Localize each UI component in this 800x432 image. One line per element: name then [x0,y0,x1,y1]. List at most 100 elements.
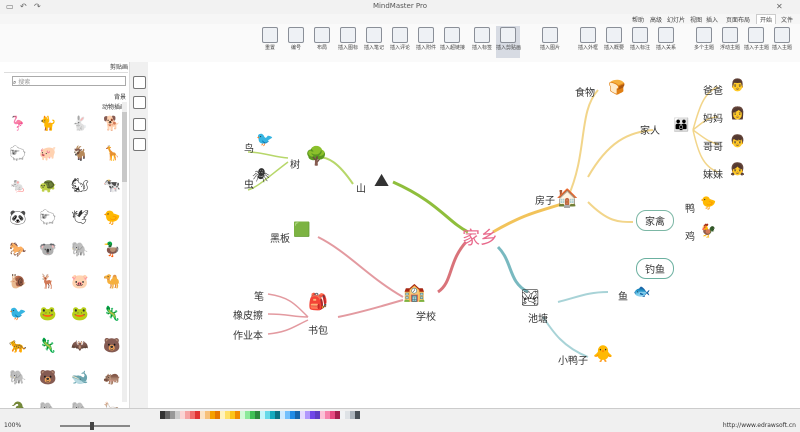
menu-slides[interactable]: 幻灯片 [667,15,685,24]
menu-help[interactable]: 帮助 [632,15,644,24]
ribbon-boundary-button[interactable]: 插入外框 [576,26,600,58]
minimize-icon[interactable]: ▭ [6,2,14,11]
clipart-panda[interactable]: 🐼 [6,206,30,230]
clipart-turtle[interactable]: 🐢 [36,174,60,198]
topic-food[interactable]: 食物 [575,84,595,99]
topic-mom[interactable]: 妈妈 [703,110,723,125]
topic-sister[interactable]: 妹妹 [703,166,723,181]
menu-page-layout[interactable]: 页面布局 [726,15,750,24]
ribbon-note-button[interactable]: 插入笔记 [362,26,386,58]
clipart-snail[interactable]: 🐌 [6,270,30,294]
clipart-bird[interactable]: 🐦 [6,302,30,326]
ribbon-icon-button[interactable]: 插入图标 [336,26,360,58]
clipart-dove[interactable]: 🕊 [68,206,92,230]
zoom-slider-handle[interactable] [90,422,94,430]
menu-advanced[interactable]: 高级 [650,15,662,24]
ribbon-attachment-button[interactable]: 插入附件 [414,26,438,58]
clipart-pig[interactable]: 🐖 [36,142,60,166]
clipart-flamingo[interactable]: 🦩 [6,112,30,136]
clipart-mouse[interactable]: 🐁 [6,174,30,198]
clipart-giraffe[interactable]: 🦒 [100,142,124,166]
undo-icon[interactable]: ↶ [20,2,27,11]
clipart-hippo[interactable]: 🦛 [100,366,124,390]
clipart-chick[interactable]: 🐤 [100,206,124,230]
topic-dad[interactable]: 爸爸 [703,82,723,97]
ribbon-comment-button[interactable]: 插入评论 [388,26,412,58]
topic-pen[interactable]: 笔 [254,288,264,303]
home-icon[interactable] [133,118,146,131]
ribbon-callout-button[interactable]: 插入标注 [628,26,652,58]
topic-bird[interactable]: 鸟 [244,140,254,155]
topic-blackboard[interactable]: 黑板 [270,230,290,245]
clipart-frog-2[interactable]: 🐸 [68,302,92,326]
topic-family[interactable]: 家人 [640,122,660,137]
clipart-sheep[interactable]: 🐑 [6,142,30,166]
zoom-slider[interactable] [60,425,130,427]
clipart-goat[interactable]: 🐐 [68,142,92,166]
topic-mountain[interactable]: 山 [356,180,366,195]
clipart-rabbit[interactable]: 🐇 [68,112,92,136]
topic-duckling[interactable]: 小鸭子 [558,352,588,367]
clipart-polar-bear[interactable]: 🐻 [36,366,60,390]
ribbon-tag-button[interactable]: 插入标签 [470,26,494,58]
clipart-elephant-2[interactable]: 🐘 [6,366,30,390]
topic-fish[interactable]: 鱼 [618,288,628,303]
clipart-lamb[interactable]: 🐑 [36,206,60,230]
menu-home[interactable]: 开始 [756,14,777,24]
topic-fishing[interactable]: 钓鱼 [636,258,674,279]
topic-bag[interactable]: 书包 [308,322,328,337]
ribbon-layout-button[interactable]: 布局 [310,26,334,58]
clipart-leopard[interactable]: 🐆 [6,334,30,358]
clipart-dog[interactable]: 🐕 [100,112,124,136]
topic-homework[interactable]: 作业本 [233,327,263,342]
ribbon-multiple-topics-button[interactable]: 多个主题 [692,26,716,58]
format-icon[interactable] [133,76,146,89]
menu-view[interactable]: 视图 [690,15,702,24]
topic-pond[interactable]: 池塘 [528,310,548,325]
clipart-lizard[interactable]: 🦎 [36,334,60,358]
clipart-cow[interactable]: 🐄 [100,174,124,198]
clipart-cat[interactable]: 🐈 [36,112,60,136]
menu-file[interactable]: 文件 [781,15,793,24]
topic-house[interactable]: 房子 [535,192,555,207]
ribbon-picture-button[interactable]: 插入图片 [538,26,562,58]
mindmap-canvas[interactable]: 家乡 🏠 房子 食物 🍞 家人 👪 爸爸 妈妈 哥哥 妹妹 👨 👩 👦 👧 家禽… [148,62,800,408]
section-background[interactable]: 背景 [114,92,126,101]
house-picture[interactable]: 🏠 [556,188,578,209]
clipart-duck[interactable]: 🦆 [100,238,124,262]
close-icon[interactable]: ✕ [776,2,783,11]
menu-insert[interactable]: 插入 [706,15,718,24]
grid-view-icon[interactable] [133,96,146,109]
ribbon-insert-topic-button[interactable]: 插入主题 [770,26,794,58]
color-palette[interactable] [160,411,360,419]
topic-ducks[interactable]: 鸭 [685,200,695,215]
topic-school[interactable]: 学校 [416,308,436,323]
clipart-search-input[interactable]: ⌕ 搜索 [12,76,126,86]
topic-brother[interactable]: 哥哥 [703,138,723,153]
clipart-pig-2[interactable]: 🐷 [68,270,92,294]
ribbon-hyperlink-button[interactable]: 插入超链接 [440,26,465,58]
topic-tree[interactable]: 树 [290,156,300,171]
clipart-tab-icon[interactable] [133,138,146,151]
clipart-seahorse[interactable]: 🦎 [100,302,124,326]
website-link[interactable]: http://www.edrawsoft.cn [723,422,796,429]
clipart-squirrel[interactable]: 🐿 [68,174,92,198]
topic-poultry[interactable]: 家禽 [636,210,674,231]
ribbon-floating-topic-button[interactable]: 浮动主题 [718,26,742,58]
ribbon-numbering-button[interactable]: 编号 [284,26,308,58]
panel-scrollbar[interactable] [122,102,127,402]
topic-chicken[interactable]: 鸡 [685,228,695,243]
clipart-horse[interactable]: 🐎 [6,238,30,262]
clipart-deer[interactable]: 🦌 [36,270,60,294]
clipart-frog[interactable]: 🐸 [36,302,60,326]
clipart-elephant[interactable]: 🐘 [68,238,92,262]
ribbon-relationship-button[interactable]: 插入关系 [654,26,678,58]
ribbon-clipart-button[interactable]: 插入剪贴画 [496,26,521,58]
clipart-bat[interactable]: 🦇 [68,334,92,358]
ribbon-reset-button[interactable]: 重置 [258,26,282,58]
ribbon-summary-button[interactable]: 插入概要 [602,26,626,58]
clipart-whale[interactable]: 🐋 [68,366,92,390]
redo-icon[interactable]: ↷ [34,2,41,11]
clipart-bear[interactable]: 🐻 [100,334,124,358]
topic-eraser[interactable]: 橡皮擦 [233,307,263,322]
